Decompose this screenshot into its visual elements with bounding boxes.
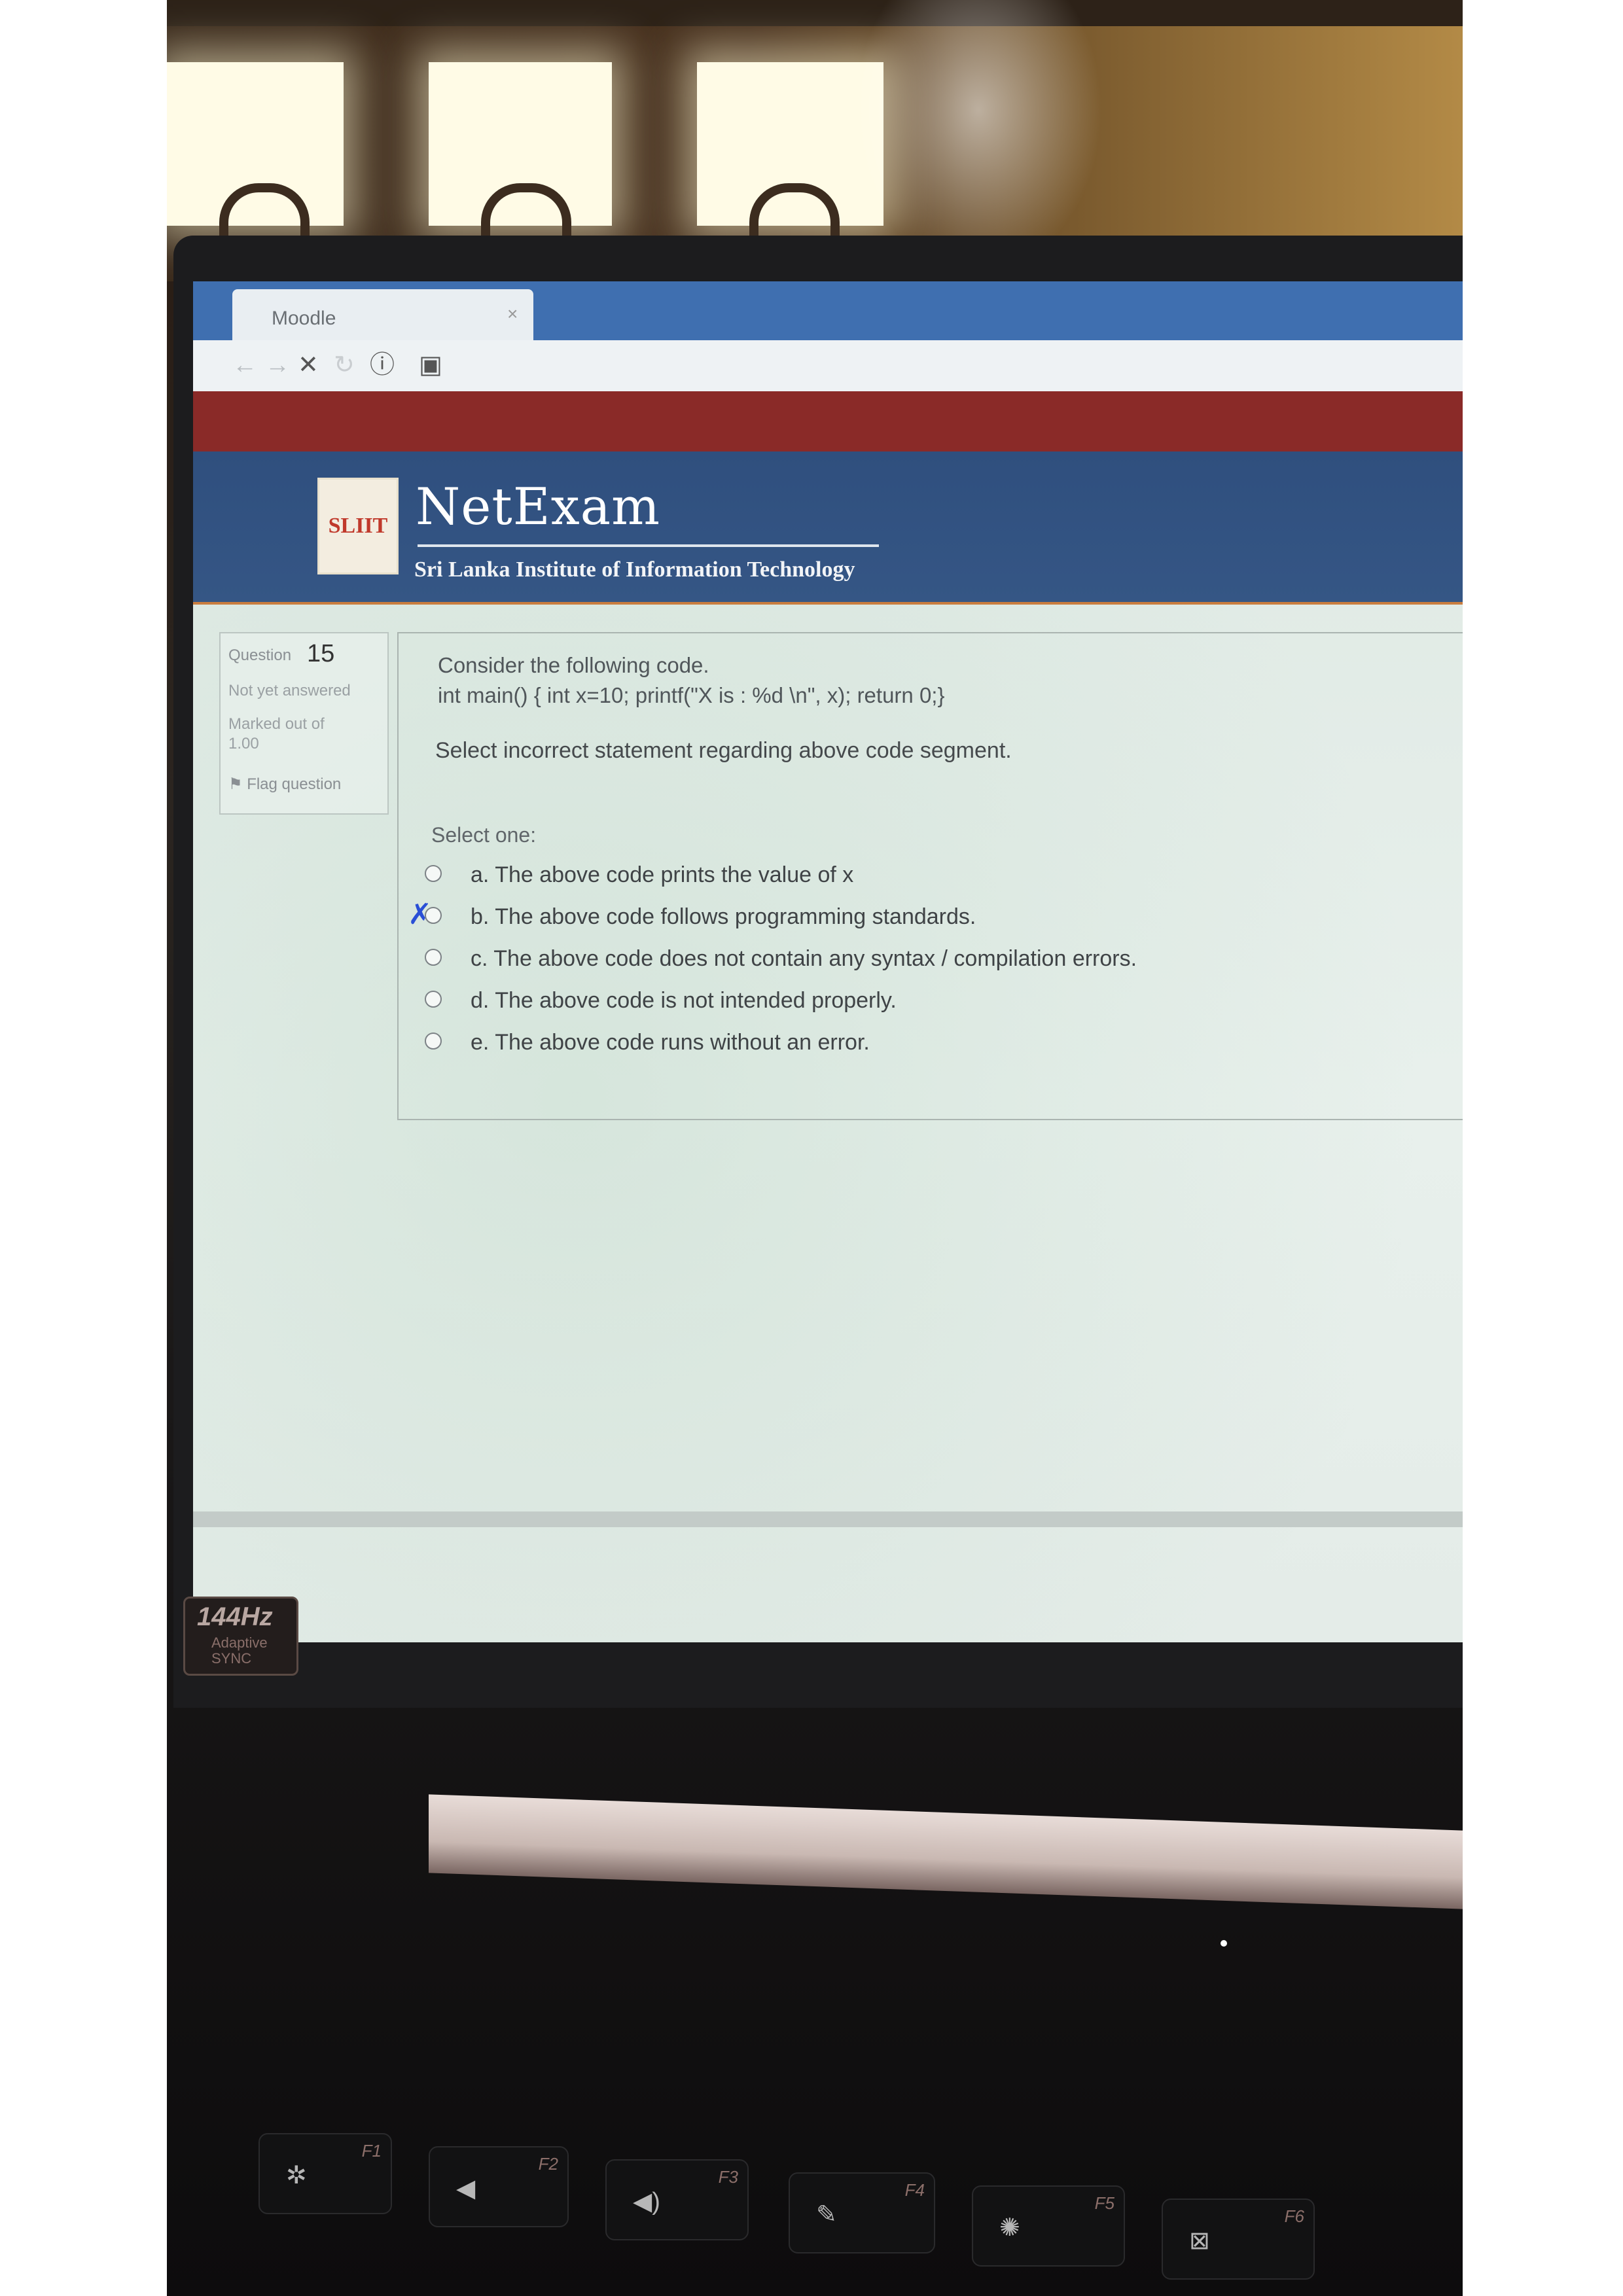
status-led [1221,1940,1227,1947]
volume-up-icon: ◀) [633,2188,660,2216]
radio-button[interactable] [425,865,442,882]
question-state: Not yet answered [228,682,351,699]
radio-button[interactable] [425,949,442,966]
light-glare [854,0,1103,275]
site-banner: SLIIT NetExam Sri Lanka Institute of Inf… [193,451,1463,605]
question-label: Question [228,646,292,664]
key-f5[interactable]: F5 ✺ [972,2185,1125,2267]
tab-close-icon[interactable]: × [507,304,518,325]
adaptive-sync-label: Adaptive SYNC [211,1634,268,1667]
key-f4[interactable]: F4 ✎ [789,2172,935,2253]
back-icon[interactable]: ← [232,351,257,380]
stop-icon[interactable]: ✕ [298,351,319,380]
answer-option-label: a. The above code prints the value of x [471,862,854,887]
answer-option-label: c. The above code does not contain any s… [471,946,1137,971]
radio-button[interactable] [425,1033,442,1050]
answer-option-label: b. The above code follows programming st… [471,904,976,929]
browser-toolbar: ← → ✕ ↻ ⓘ ▣ [193,340,1463,392]
key-f2[interactable]: F2 ◀ [429,2146,569,2227]
info-icon[interactable]: ⓘ [370,351,395,380]
key-label: F3 [718,2167,738,2187]
question-content: Consider the following code. int main() … [397,632,1463,1120]
key-label: F1 [361,2141,382,2161]
logo-text: SLIIT [328,514,388,538]
key-f3[interactable]: F3 ◀) [605,2159,749,2240]
key-label: F6 [1284,2206,1304,2226]
brand-title: NetExam [416,478,661,537]
radio-button[interactable] [425,991,442,1008]
question-intro: Consider the following code. [438,653,709,677]
screenshot-icon: ⊠ [1189,2227,1210,2255]
answer-option-label: d. The above code is not intended proper… [471,988,897,1013]
pen-mark-icon: ✗ [408,898,432,930]
institute-name: Sri Lanka Institute of Information Techn… [414,557,855,582]
key-label: F2 [538,2154,558,2174]
fan-icon: ✺ [999,2214,1020,2242]
reload-icon[interactable]: ↻ [334,351,355,380]
question-marks: Marked out of 1.00 [228,715,325,752]
answer-option-label: e. The above code runs without an error. [471,1030,870,1055]
question-prompt: Select incorrect statement regarding abo… [435,738,1012,763]
key-label: F4 [904,2180,925,2200]
tab-title: Moodle [272,308,336,329]
screen-bottom-edge [193,1511,1463,1527]
key-label: F5 [1094,2193,1115,2213]
key-f6[interactable]: F6 ⊠ [1162,2199,1315,2280]
flag-question-link[interactable]: ⚑ Flag question [228,775,341,794]
key-f1[interactable]: F1 ✲ [259,2133,392,2214]
brand-underline [418,544,879,547]
laptop-bezel: Moodle × ← → ✕ ↻ ⓘ ▣ SLIIT NetExam Sri L… [173,236,1463,1708]
mic-mute-icon: ✎ [816,2201,837,2229]
question-number: 15 [307,640,335,667]
page-icon[interactable]: ▣ [419,351,442,380]
browser-tab-bar: Moodle × [193,281,1463,340]
site-top-bar [193,391,1463,451]
photo-frame: Moodle × ← → ✕ ↻ ⓘ ▣ SLIIT NetExam Sri L… [167,0,1463,2296]
brightness-icon: ✲ [286,2162,307,2189]
laptop-hinge [429,1794,1463,1909]
flag-question-label: Flag question [247,775,342,793]
sliit-logo: SLIIT [317,478,399,574]
select-one-label: Select one: [431,823,537,847]
display-badge: 144Hz Adaptive SYNC [183,1597,298,1676]
question-code: int main() { int x=10; printf("X is : %d… [438,683,945,707]
ceiling-beam [167,0,1463,26]
browser-tab[interactable]: Moodle × [232,289,533,340]
refresh-rate-label: 144Hz [197,1602,273,1631]
volume-down-icon: ◀ [456,2175,476,2202]
forward-icon[interactable]: → [265,351,290,380]
laptop-screen: Moodle × ← → ✕ ↻ ⓘ ▣ SLIIT NetExam Sri L… [193,281,1463,1642]
question-info-panel: Question 15 Not yet answered Marked out … [219,632,389,815]
flag-icon: ⚑ [228,775,243,793]
